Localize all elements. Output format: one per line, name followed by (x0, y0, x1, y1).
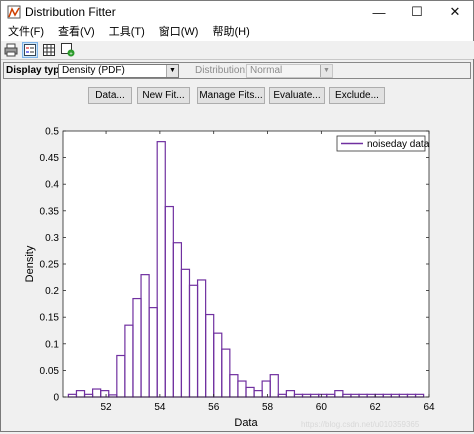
chevron-down-icon: ▼ (320, 65, 332, 77)
distribution-select: Normal ▼ (246, 64, 333, 78)
distribution-fitter-window: Distribution Fitter — ☐ ✕ 文件(F) 查看(V) 工具… (0, 0, 474, 432)
y-tick-label: 0.05 (40, 366, 60, 377)
y-tick-label: 0.5 (45, 127, 59, 138)
x-tick-label: 64 (423, 402, 435, 413)
manage-fits-button[interactable]: Manage Fits... (197, 87, 265, 104)
y-tick-label: 0.45 (40, 153, 60, 164)
new-fit-button[interactable]: New Fit... (137, 87, 190, 104)
plot-area: 52 54 56 58 60 62 64 0 0.05 0.1 0.15 0.2 0.25 0.3 0.35… (1, 109, 473, 431)
display-type-select[interactable]: Density (PDF) ▼ (58, 64, 179, 78)
legend-label: noiseday data (367, 139, 430, 150)
app-icon (7, 5, 21, 19)
exclude-button[interactable]: Exclude... (329, 87, 385, 104)
density-histogram-chart[interactable]: 52 54 56 58 60 62 64 0 0.05 0.1 0.15 0.2 0.25 0.3 0.35… (1, 109, 473, 431)
legend[interactable]: noiseday data (336, 135, 430, 152)
y-tick-label: 0.1 (45, 339, 59, 350)
close-icon[interactable]: ✕ (436, 1, 474, 23)
y-tick-label: 0 (53, 393, 59, 404)
y-axis-label: Density (24, 245, 36, 282)
x-tick-label: 54 (154, 402, 166, 413)
print-icon[interactable] (3, 42, 19, 58)
data-button[interactable]: Data... (88, 87, 132, 104)
display-type-value: Density (PDF) (62, 65, 125, 76)
y-tick-label: 0.3 (45, 233, 59, 244)
menu-help[interactable]: 帮助(H) (205, 23, 256, 41)
x-tick-label: 52 (100, 402, 112, 413)
x-tick-label: 56 (208, 402, 220, 413)
grid-icon[interactable] (41, 42, 57, 58)
x-tick-label: 60 (316, 402, 328, 413)
axes-background (63, 131, 429, 397)
menu-window[interactable]: 窗口(W) (152, 23, 206, 41)
minimize-icon[interactable]: — (360, 1, 398, 23)
x-axis-label: Data (234, 417, 258, 429)
x-tick-label: 62 (370, 402, 382, 413)
x-tick-label: 58 (262, 402, 274, 413)
distribution-value: Normal (250, 65, 283, 76)
y-tick-label: 0.15 (40, 313, 60, 324)
legend-icon[interactable] (22, 42, 38, 58)
watermark: https://blog.csdn.net/u010359365 (301, 420, 420, 429)
evaluate-button[interactable]: Evaluate... (269, 87, 325, 104)
menu-tools[interactable]: 工具(T) (102, 23, 152, 41)
toolbar: + (1, 41, 474, 59)
menu-file[interactable]: 文件(F) (1, 23, 51, 41)
y-tick-label: 0.2 (45, 286, 59, 297)
y-tick-label: 0.4 (45, 180, 59, 191)
menu-bar: 文件(F) 查看(V) 工具(T) 窗口(W) 帮助(H) (1, 23, 473, 41)
chevron-down-icon: ▼ (166, 65, 178, 77)
maximize-icon[interactable]: ☐ (398, 1, 436, 23)
confidence-bounds-icon[interactable]: + (60, 42, 76, 58)
display-options-panel: Display type: Density (PDF) ▼ Distributi… (3, 62, 471, 79)
title-bar: Distribution Fitter — ☐ ✕ (1, 1, 473, 23)
menu-view[interactable]: 查看(V) (51, 23, 102, 41)
svg-text:+: + (69, 52, 73, 58)
window-title: Distribution Fitter (25, 5, 116, 19)
y-tick-label: 0.25 (40, 260, 60, 271)
y-tick-label: 0.35 (40, 206, 60, 217)
distribution-label: Distribution: (195, 65, 248, 76)
toolbar-separator (1, 59, 473, 60)
